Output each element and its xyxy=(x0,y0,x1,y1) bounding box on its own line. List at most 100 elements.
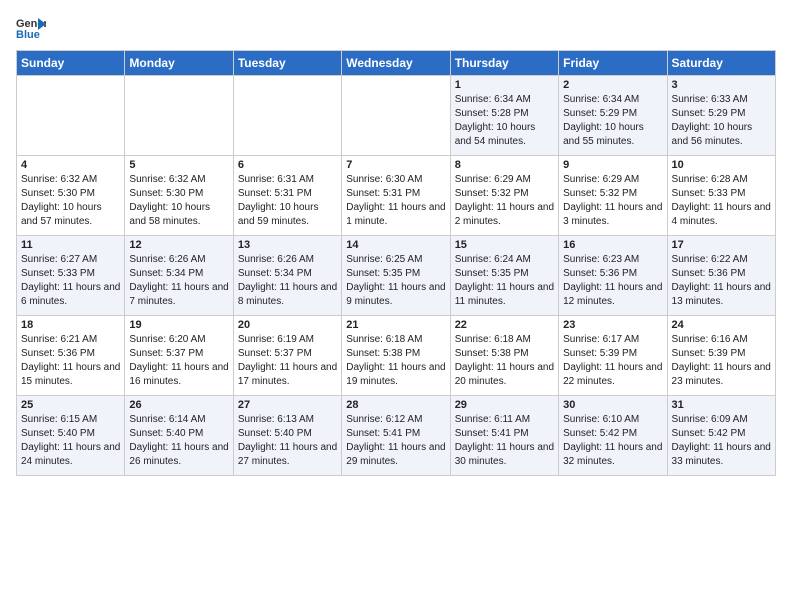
day-info: Sunrise: 6:13 AM Sunset: 5:40 PM Dayligh… xyxy=(238,413,337,469)
day-info: Sunrise: 6:12 AM Sunset: 5:41 PM Dayligh… xyxy=(346,413,445,469)
calendar-header-row: SundayMondayTuesdayWednesdayThursdayFrid… xyxy=(17,51,776,76)
day-number: 11 xyxy=(21,239,120,251)
calendar-week-row: 25 Sunrise: 6:15 AM Sunset: 5:40 PM Dayli… xyxy=(17,396,776,476)
calendar-cell xyxy=(233,76,341,156)
day-info: Sunrise: 6:30 AM Sunset: 5:31 PM Dayligh… xyxy=(346,173,445,229)
day-number: 6 xyxy=(238,159,337,171)
calendar-week-row: 18 Sunrise: 6:21 AM Sunset: 5:36 PM Dayli… xyxy=(17,316,776,396)
day-number: 1 xyxy=(455,79,554,91)
calendar-cell: 25 Sunrise: 6:15 AM Sunset: 5:40 PM Dayli… xyxy=(17,396,125,476)
calendar-cell: 30Sunrise: 6:10 AM Sunset: 5:42 PM Dayli… xyxy=(559,396,667,476)
day-info: Sunrise: 6:14 AM Sunset: 5:40 PM Dayligh… xyxy=(129,413,228,469)
day-info: Sunrise: 6:18 AM Sunset: 5:38 PM Dayligh… xyxy=(346,333,445,389)
day-info: Sunrise: 6:26 AM Sunset: 5:34 PM Dayligh… xyxy=(238,253,337,309)
weekday-header: Thursday xyxy=(450,51,558,76)
day-info: Sunrise: 6:22 AM Sunset: 5:36 PM Dayligh… xyxy=(672,253,771,309)
day-number: 9 xyxy=(563,159,662,171)
calendar-cell xyxy=(125,76,233,156)
calendar-cell xyxy=(17,76,125,156)
calendar-cell: 2 Sunrise: 6:34 AM Sunset: 5:29 PM Daylig… xyxy=(559,76,667,156)
day-number: 19 xyxy=(129,319,228,331)
day-info: Sunrise: 6:31 AM Sunset: 5:31 PM Dayligh… xyxy=(238,173,337,229)
weekday-header: Monday xyxy=(125,51,233,76)
calendar-cell: 22 Sunrise: 6:18 AM Sunset: 5:38 PM Dayli… xyxy=(450,316,558,396)
day-info: Sunrise: 6:28 AM Sunset: 5:33 PM Dayligh… xyxy=(672,173,771,229)
day-info: Sunrise: 6:17 AM Sunset: 5:39 PM Dayligh… xyxy=(563,333,662,389)
day-number: 14 xyxy=(346,239,445,251)
weekday-header: Wednesday xyxy=(342,51,450,76)
calendar-cell: 10 Sunrise: 6:28 AM Sunset: 5:33 PM Dayli… xyxy=(667,156,775,236)
day-number: 21 xyxy=(346,319,445,331)
calendar-cell: 16 Sunrise: 6:23 AM Sunset: 5:36 PM Dayli… xyxy=(559,236,667,316)
day-number: 4 xyxy=(21,159,120,171)
day-number: 15 xyxy=(455,239,554,251)
day-info: Sunrise: 6:32 AM Sunset: 5:30 PM Dayligh… xyxy=(129,173,228,229)
calendar-cell: 20 Sunrise: 6:19 AM Sunset: 5:37 PM Dayli… xyxy=(233,316,341,396)
calendar-cell: 13 Sunrise: 6:26 AM Sunset: 5:34 PM Dayli… xyxy=(233,236,341,316)
calendar-cell: 29 Sunrise: 6:11 AM Sunset: 5:41 PM Dayli… xyxy=(450,396,558,476)
day-number: 26 xyxy=(129,399,228,411)
calendar-cell: 12 Sunrise: 6:26 AM Sunset: 5:34 PM Dayli… xyxy=(125,236,233,316)
day-info: Sunrise: 6:25 AM Sunset: 5:35 PM Dayligh… xyxy=(346,253,445,309)
day-info: Sunrise: 6:34 AM Sunset: 5:28 PM Dayligh… xyxy=(455,93,554,149)
calendar-cell: 1 Sunrise: 6:34 AM Sunset: 5:28 PM Daylig… xyxy=(450,76,558,156)
day-number: 20 xyxy=(238,319,337,331)
calendar-week-row: 11Sunrise: 6:27 AM Sunset: 5:33 PM Dayli… xyxy=(17,236,776,316)
day-number: 17 xyxy=(672,239,771,251)
calendar-cell: 7Sunrise: 6:30 AM Sunset: 5:31 PM Daylig… xyxy=(342,156,450,236)
day-number: 5 xyxy=(129,159,228,171)
day-info: Sunrise: 6:29 AM Sunset: 5:32 PM Dayligh… xyxy=(563,173,662,229)
calendar-cell: 24Sunrise: 6:16 AM Sunset: 5:39 PM Dayli… xyxy=(667,316,775,396)
weekday-header: Saturday xyxy=(667,51,775,76)
calendar-cell: 6 Sunrise: 6:31 AM Sunset: 5:31 PM Daylig… xyxy=(233,156,341,236)
day-info: Sunrise: 6:32 AM Sunset: 5:30 PM Dayligh… xyxy=(21,173,120,229)
day-info: Sunrise: 6:09 AM Sunset: 5:42 PM Dayligh… xyxy=(672,413,771,469)
day-number: 22 xyxy=(455,319,554,331)
day-info: Sunrise: 6:34 AM Sunset: 5:29 PM Dayligh… xyxy=(563,93,662,149)
calendar-cell: 15 Sunrise: 6:24 AM Sunset: 5:35 PM Dayli… xyxy=(450,236,558,316)
day-number: 16 xyxy=(563,239,662,251)
calendar-cell: 5 Sunrise: 6:32 AM Sunset: 5:30 PM Daylig… xyxy=(125,156,233,236)
day-number: 24 xyxy=(672,319,771,331)
day-number: 13 xyxy=(238,239,337,251)
calendar-cell: 31Sunrise: 6:09 AM Sunset: 5:42 PM Dayli… xyxy=(667,396,775,476)
calendar-cell: 21 Sunrise: 6:18 AM Sunset: 5:38 PM Dayli… xyxy=(342,316,450,396)
calendar-week-row: 4 Sunrise: 6:32 AM Sunset: 5:30 PM Daylig… xyxy=(17,156,776,236)
calendar-cell: 14 Sunrise: 6:25 AM Sunset: 5:35 PM Dayli… xyxy=(342,236,450,316)
header: General Blue xyxy=(16,16,776,40)
weekday-header: Friday xyxy=(559,51,667,76)
day-info: Sunrise: 6:20 AM Sunset: 5:37 PM Dayligh… xyxy=(129,333,228,389)
weekday-header: Tuesday xyxy=(233,51,341,76)
day-info: Sunrise: 6:18 AM Sunset: 5:38 PM Dayligh… xyxy=(455,333,554,389)
calendar-cell: 27 Sunrise: 6:13 AM Sunset: 5:40 PM Dayli… xyxy=(233,396,341,476)
logo: General Blue xyxy=(16,16,46,40)
day-number: 12 xyxy=(129,239,228,251)
day-number: 25 xyxy=(21,399,120,411)
day-number: 30 xyxy=(563,399,662,411)
day-info: Sunrise: 6:15 AM Sunset: 5:40 PM Dayligh… xyxy=(21,413,120,469)
day-number: 10 xyxy=(672,159,771,171)
day-info: Sunrise: 6:23 AM Sunset: 5:36 PM Dayligh… xyxy=(563,253,662,309)
calendar-cell: 4 Sunrise: 6:32 AM Sunset: 5:30 PM Daylig… xyxy=(17,156,125,236)
day-info: Sunrise: 6:11 AM Sunset: 5:41 PM Dayligh… xyxy=(455,413,554,469)
day-info: Sunrise: 6:24 AM Sunset: 5:35 PM Dayligh… xyxy=(455,253,554,309)
day-info: Sunrise: 6:19 AM Sunset: 5:37 PM Dayligh… xyxy=(238,333,337,389)
day-number: 27 xyxy=(238,399,337,411)
weekday-header: Sunday xyxy=(17,51,125,76)
day-info: Sunrise: 6:21 AM Sunset: 5:36 PM Dayligh… xyxy=(21,333,120,389)
calendar-cell xyxy=(342,76,450,156)
logo-icon: General Blue xyxy=(16,16,46,40)
day-info: Sunrise: 6:26 AM Sunset: 5:34 PM Dayligh… xyxy=(129,253,228,309)
day-number: 3 xyxy=(672,79,771,91)
calendar-cell: 26 Sunrise: 6:14 AM Sunset: 5:40 PM Dayli… xyxy=(125,396,233,476)
calendar-cell: 11Sunrise: 6:27 AM Sunset: 5:33 PM Dayli… xyxy=(17,236,125,316)
day-info: Sunrise: 6:33 AM Sunset: 5:29 PM Dayligh… xyxy=(672,93,771,149)
calendar-table: SundayMondayTuesdayWednesdayThursdayFrid… xyxy=(16,50,776,476)
calendar-cell: 3 Sunrise: 6:33 AM Sunset: 5:29 PM Daylig… xyxy=(667,76,775,156)
calendar-cell: 28Sunrise: 6:12 AM Sunset: 5:41 PM Dayli… xyxy=(342,396,450,476)
day-number: 29 xyxy=(455,399,554,411)
calendar-body: 1 Sunrise: 6:34 AM Sunset: 5:28 PM Daylig… xyxy=(17,76,776,476)
day-number: 18 xyxy=(21,319,120,331)
day-number: 2 xyxy=(563,79,662,91)
day-number: 23 xyxy=(563,319,662,331)
